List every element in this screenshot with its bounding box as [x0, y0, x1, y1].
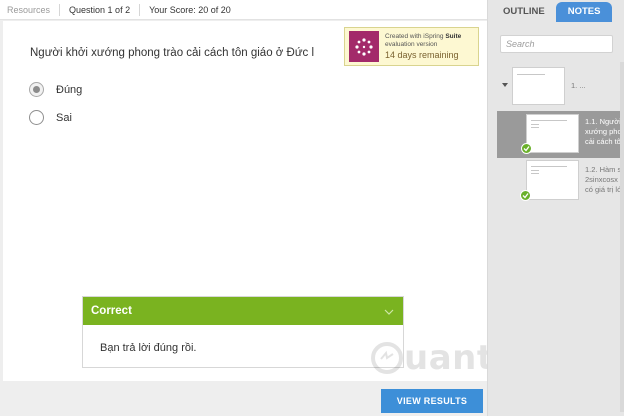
- feedback-panel: Correct Bạn trả lời đúng rồi.: [82, 296, 404, 368]
- radio-button[interactable]: [29, 110, 44, 125]
- question-text: Người khởi xướng phong trào cải cách tôn…: [30, 47, 315, 59]
- outline-item-label: 1.2. Hàm s 2sinxcosx có giá trị lớ: [585, 165, 623, 194]
- outline-item-label: 1.1. Người xướng phon cải cách tôn: [585, 117, 624, 146]
- player-main: Resources Question 1 of 2 Your Score: 20…: [0, 0, 624, 416]
- sidebar: OUTLINE NOTES 1. ... 1.1. Người xướng ph…: [487, 0, 624, 416]
- chevron-down-icon[interactable]: [384, 302, 394, 320]
- sidebar-tabs: OUTLINE NOTES: [488, 0, 624, 22]
- search-input[interactable]: [500, 35, 613, 53]
- feedback-message: Bạn trả lời đúng rồi.: [100, 342, 197, 354]
- trial-line-2: evaluation version: [385, 40, 438, 48]
- collapse-arrow-icon[interactable]: [502, 83, 508, 87]
- check-icon: [521, 143, 532, 154]
- sidebar-scrollbar[interactable]: [620, 62, 624, 412]
- trial-days-remaining: 14 days remaining: [385, 49, 459, 60]
- top-bar: Resources Question 1 of 2 Your Score: 20…: [0, 0, 487, 20]
- quiz-slide: Người khởi xướng phong trào cải cách tôn…: [3, 21, 487, 381]
- option-label: Đúng: [56, 83, 83, 96]
- tab-notes[interactable]: NOTES: [555, 2, 613, 22]
- outline-item-label: 1. ...: [571, 81, 586, 90]
- check-icon: [520, 190, 531, 201]
- outline-item-selected[interactable]: 1.1. Người xướng phon cải cách tôn: [497, 111, 624, 158]
- option-sai[interactable]: Sai: [29, 110, 72, 125]
- trial-notice: Created with iSpring Suite evaluation ve…: [344, 27, 479, 66]
- question-progress: Question 1 of 2: [60, 3, 141, 16]
- option-label: Sai: [56, 111, 72, 124]
- feedback-header[interactable]: Correct: [83, 297, 403, 325]
- slide-thumbnail: [512, 67, 565, 105]
- tab-outline[interactable]: OUTLINE: [494, 2, 554, 22]
- score-display: Your Score: 20 of 20: [149, 4, 231, 15]
- resources-link[interactable]: Resources: [0, 3, 61, 16]
- slide-thumbnail: [526, 160, 579, 200]
- trial-line-1: Created with iSpring Suite: [385, 32, 462, 40]
- option-dung[interactable]: Đúng: [29, 82, 82, 97]
- slide-thumbnail: [526, 114, 579, 153]
- watermark-logo-icon: [371, 342, 403, 374]
- radio-button-selected[interactable]: [29, 82, 44, 97]
- ispring-logo-icon: [349, 31, 379, 62]
- feedback-title: Correct: [91, 305, 132, 317]
- view-results-button[interactable]: VIEW RESULTS: [381, 389, 483, 413]
